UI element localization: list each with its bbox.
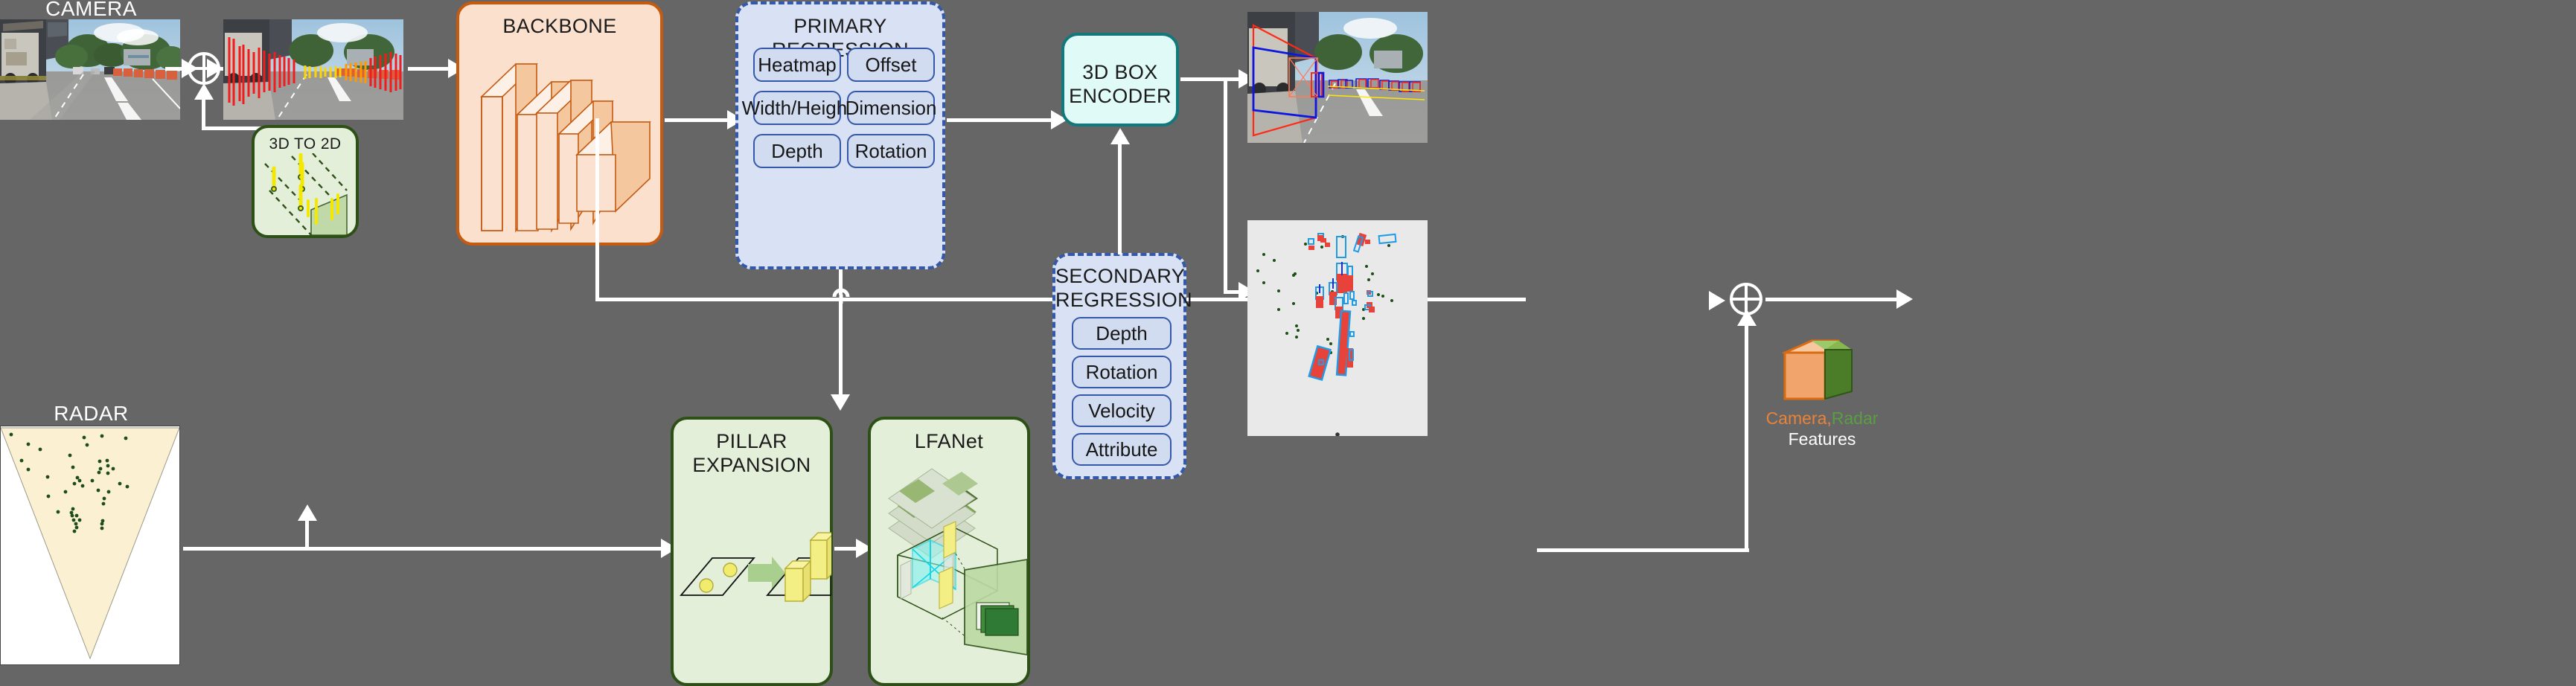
secondary-head-depth[interactable]: Depth (1072, 317, 1172, 350)
radar-input-image (0, 426, 180, 665)
primary-head-heatmap[interactable]: Heatmap (753, 48, 841, 82)
primary-head-depth[interactable]: Depth (753, 134, 841, 168)
architecture-diagram: CAMERA BACKBONE PRIMARY REGRESSION Heatm… (0, 0, 2576, 686)
arrowhead-proj-to-fusion1 (194, 83, 214, 100)
features-radar-word: Radar (1831, 408, 1879, 428)
arrowhead-cam-to-fusion1 (182, 59, 198, 78)
wire-secondary-to-encoder (1118, 143, 1122, 254)
wire-lfanet-out-up (1745, 324, 1748, 551)
radar-label: RADAR (54, 402, 129, 425)
wire-proj-up-vert (202, 98, 205, 130)
primary-head-rotation[interactable]: Rotation (847, 134, 935, 168)
three-d-to-two-d-title: 3D TO 2D (269, 135, 342, 153)
wire-encoder-to-output-cam (1180, 77, 1244, 81)
wire-lfanet-out-right (1537, 548, 1749, 552)
secondary-head-velocity[interactable]: Velocity (1072, 394, 1172, 427)
wire-radar-branch-up-to-3d2d (305, 519, 309, 548)
arrowhead-primary-to-lfanet (831, 394, 850, 411)
secondary-head-rotation[interactable]: Rotation (1072, 356, 1172, 388)
lfanet-block: LFANet (868, 417, 1030, 686)
box-encoder-line1: 3D BOX (1082, 61, 1158, 83)
arrowhead-into-fusion2 (1709, 291, 1725, 310)
camera-label: CAMERA (45, 0, 137, 20)
primary-head-width-height[interactable]: Width/Height (742, 91, 852, 125)
wire-encoder-branch-down (1224, 77, 1227, 293)
backbone-title: BACKBONE (502, 15, 617, 37)
three-d-to-two-d-block: 3D TO 2D (252, 125, 359, 238)
camera-radar-features-icon (1781, 339, 1853, 400)
output-bev-image (1247, 220, 1428, 436)
wire-camdet-to-backbone (408, 67, 454, 71)
secondary-regression-line1: SECONDARY (1055, 265, 1186, 287)
wire-radar-to-pillar (183, 547, 674, 551)
secondary-head-attribute[interactable]: Attribute (1072, 433, 1172, 466)
pillar-expansion-title: PILLAR EXPANSION (692, 430, 811, 476)
secondary-regression-title: SECONDARY REGRESSION (1055, 265, 1192, 312)
pillar-expansion-block: PILLAR EXPANSION (671, 417, 833, 686)
box-encoder-title: 3D BOX ENCODER (1064, 61, 1176, 109)
box-encoder-block: 3D BOX ENCODER (1061, 33, 1179, 126)
primary-head-dimension[interactable]: Dimension (846, 91, 936, 125)
arrowhead-radar-to-3d2d (298, 504, 317, 521)
secondary-regression-line2: REGRESSION (1055, 288, 1193, 311)
features-camera-word: Camera, (1765, 408, 1832, 428)
primary-head-offset[interactable]: Offset (847, 48, 935, 82)
wire-primary-down-lower (839, 299, 843, 397)
features-label-line1: Camera,Radar (1755, 408, 1889, 429)
wire-backbone-down (595, 118, 599, 301)
arrowhead-fusion2-to-secondary (1896, 289, 1913, 309)
camera-input-image (0, 19, 180, 120)
secondary-regression-block: SECONDARY REGRESSION Depth Rotation Velo… (1052, 253, 1192, 479)
arrowhead-secondary-to-encoder (1110, 128, 1130, 144)
output-camera-detections-image (1247, 12, 1428, 143)
lfanet-title: LFANet (914, 430, 984, 452)
backbone-block: BACKBONE (456, 1, 663, 246)
features-label-line2: Features (1788, 429, 1856, 449)
arrowhead-lfanet-to-fusion2 (1737, 310, 1757, 326)
wire-fusion2-to-secondary (1765, 298, 1904, 301)
box-encoder-line2: ENCODER (1069, 84, 1172, 107)
primary-regression-block: PRIMARY REGRESSION Heatmap Offset Width/… (735, 1, 945, 269)
camera-with-radar-projection-image (223, 19, 403, 120)
wire-backbone-to-primary (665, 118, 733, 122)
wire-primary-to-encoder (947, 118, 1057, 122)
arrowhead-fusion1-to-camdet (207, 59, 223, 78)
